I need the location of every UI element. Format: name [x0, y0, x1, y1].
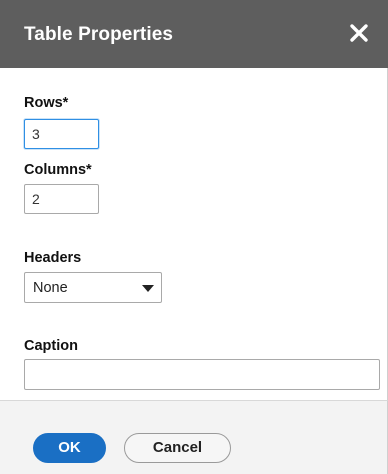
caption-label: Caption: [24, 338, 78, 354]
close-button[interactable]: [348, 22, 370, 44]
dialog-footer: OK Cancel: [0, 400, 388, 474]
rows-label: Rows*: [24, 95, 69, 111]
dialog-titlebar: Table Properties: [0, 0, 388, 68]
close-icon: [350, 24, 368, 42]
columns-input[interactable]: [24, 184, 99, 214]
columns-label: Columns*: [24, 162, 92, 178]
headers-label: Headers: [24, 250, 82, 266]
dropdown-arrow-icon: [142, 285, 154, 292]
caption-input[interactable]: [24, 359, 380, 390]
rows-input[interactable]: [24, 119, 99, 149]
dialog-title: Table Properties: [24, 24, 174, 45]
headers-select-value: None: [33, 280, 68, 296]
cancel-button[interactable]: Cancel: [124, 433, 231, 463]
ok-button[interactable]: OK: [33, 433, 106, 463]
dialog-body: Rows* Columns* Headers None Caption: [0, 68, 388, 400]
headers-select[interactable]: None: [24, 272, 162, 303]
table-properties-dialog: Table Properties Rows* Columns* Headers …: [0, 0, 388, 474]
